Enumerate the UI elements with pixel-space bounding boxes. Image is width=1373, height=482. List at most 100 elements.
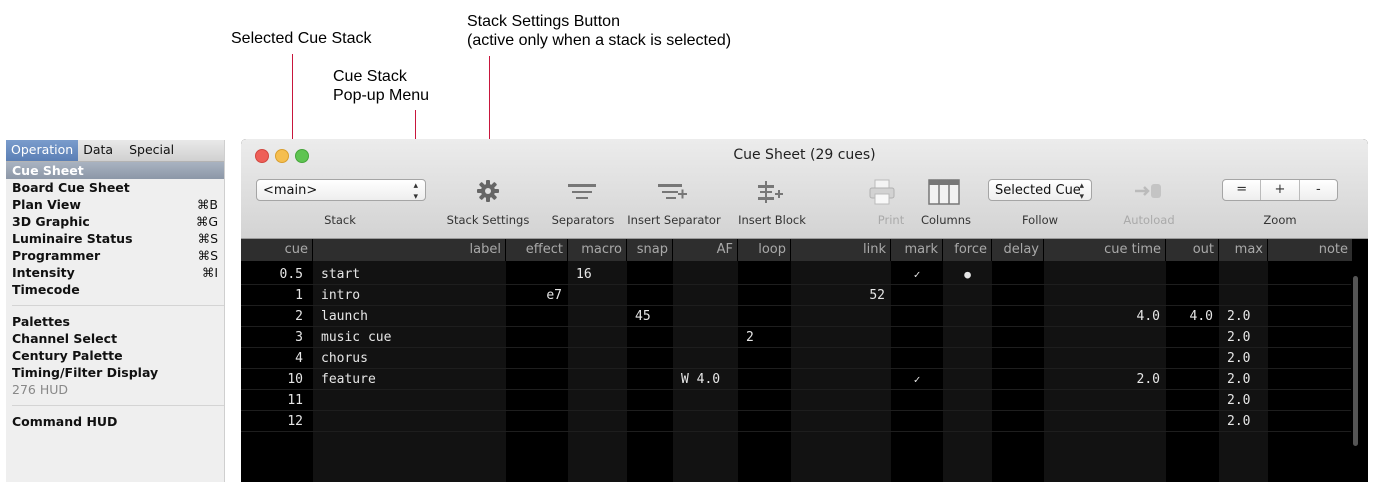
menu-item-command-hud[interactable]: Command HUD: [6, 413, 224, 430]
zoom-out-button[interactable]: -: [1300, 180, 1337, 200]
table-cell-label[interactable]: music cue: [321, 327, 391, 348]
table-cell-cue[interactable]: 4: [241, 348, 303, 369]
zoom-segmented-control: = + -: [1222, 179, 1338, 201]
shortcut-label: ⌘S: [197, 231, 218, 246]
menu-item-276-hud: 276 HUD: [12, 382, 69, 397]
menu-separator: [12, 405, 224, 406]
popup-stepper-icon: ▴ ▾: [1079, 181, 1084, 202]
table-row[interactable]: [241, 389, 1351, 390]
cue-stack-popup[interactable]: <main> ▴ ▾: [256, 179, 426, 202]
menu-item-timing-filter-display[interactable]: Timing/Filter Display: [6, 364, 224, 381]
insert-block-icon[interactable]: [756, 181, 784, 208]
column-header-max[interactable]: max: [1219, 239, 1268, 261]
column-header-cue[interactable]: cue: [241, 239, 313, 261]
menu-item-luminaire-status[interactable]: Luminaire Status ⌘S: [6, 230, 224, 247]
column-header-loop[interactable]: loop: [738, 239, 791, 261]
insert-separator-icon[interactable]: [658, 183, 688, 206]
column-header-force[interactable]: force: [943, 239, 992, 261]
tab-special[interactable]: Special: [124, 140, 179, 161]
table-cell-link[interactable]: 52: [791, 285, 885, 306]
follow-popup[interactable]: Selected Cue ▴ ▾: [988, 179, 1092, 202]
tab-data[interactable]: Data: [78, 140, 118, 161]
table-cell-label[interactable]: launch: [321, 306, 368, 327]
toolbar-label-follow: Follow: [1021, 213, 1059, 227]
window-title: Cue Sheet (29 cues): [733, 147, 876, 163]
table-cell-snap[interactable]: 45: [635, 306, 651, 327]
menu-item-channel-select[interactable]: Channel Select: [6, 330, 224, 347]
menu-item-palettes[interactable]: Palettes: [6, 313, 224, 330]
stack-settings-gear-icon[interactable]: [476, 179, 500, 208]
table-cell-cue-time[interactable]: 4.0: [1044, 306, 1160, 327]
popup-stepper-icon: ▴ ▾: [413, 181, 418, 202]
table-column-bg: [1268, 261, 1353, 482]
table-cell-max[interactable]: 2.0: [1227, 348, 1250, 369]
column-header-link[interactable]: link: [791, 239, 891, 261]
tab-operation[interactable]: Operation: [6, 140, 79, 161]
table-column-bg: [992, 261, 1044, 482]
menu-item-intensity[interactable]: Intensity ⌘I: [6, 264, 224, 281]
column-header-out[interactable]: out: [1166, 239, 1219, 261]
column-header-effect[interactable]: effect: [506, 239, 568, 261]
column-header-af[interactable]: AF: [673, 239, 738, 261]
table-cell-AF[interactable]: W 4.0: [681, 369, 720, 390]
column-header-label[interactable]: label: [313, 239, 506, 261]
menu-item-plan-view[interactable]: Plan View ⌘B: [6, 196, 224, 213]
table-cell-label[interactable]: chorus: [321, 348, 368, 369]
column-header-macro[interactable]: macro: [568, 239, 627, 261]
table-row[interactable]: [241, 431, 1351, 432]
column-header-mark[interactable]: mark: [891, 239, 943, 261]
table-cell-mark[interactable]: ✓: [891, 264, 943, 285]
table-cell-label[interactable]: intro: [321, 285, 360, 306]
table-cell-force[interactable]: ●: [943, 264, 992, 285]
column-header-note[interactable]: note: [1268, 239, 1353, 261]
table-cell-mark[interactable]: ✓: [891, 369, 943, 390]
menu-item-board-cue-sheet[interactable]: Board Cue Sheet: [6, 179, 224, 196]
menu-item-cue-sheet[interactable]: Cue Sheet: [6, 162, 224, 179]
table-cell-max[interactable]: 2.0: [1227, 411, 1250, 432]
table-cell-loop[interactable]: 2: [746, 327, 754, 348]
table-cell-cue[interactable]: 0.5: [241, 264, 303, 285]
menu-item-programmer[interactable]: Programmer ⌘S: [6, 247, 224, 264]
menu-item-3d-graphic[interactable]: 3D Graphic ⌘G: [6, 213, 224, 230]
table-cell-cue-time[interactable]: 2.0: [1044, 369, 1160, 390]
shortcut-label: ⌘B: [196, 197, 218, 212]
table-cell-max[interactable]: 2.0: [1227, 369, 1250, 390]
table-cell-out[interactable]: 4.0: [1166, 306, 1213, 327]
menu-tab-bar: Operation Data Special: [6, 140, 224, 162]
table-cell-max[interactable]: 2.0: [1227, 327, 1250, 348]
table-row[interactable]: [241, 368, 1351, 369]
table-cell-max[interactable]: 2.0: [1227, 390, 1250, 411]
column-header-cue-time[interactable]: cue time: [1044, 239, 1166, 261]
table-cell-cue[interactable]: 10: [241, 369, 303, 390]
toolbar-label-separators: Separators: [551, 213, 615, 227]
table-row[interactable]: [241, 347, 1351, 348]
printer-icon[interactable]: [869, 179, 895, 210]
menu-item-century-palette[interactable]: Century Palette: [6, 347, 224, 364]
table-cell-label[interactable]: feature: [321, 369, 376, 390]
cue-table: cue label effect macro snap AF loop link mark for…: [241, 239, 1368, 482]
table-cell-cue[interactable]: 2: [241, 306, 303, 327]
table-cell-cue[interactable]: 11: [241, 390, 303, 411]
table-row[interactable]: [241, 410, 1351, 411]
toolbar-label-insert-block: Insert Block: [738, 213, 806, 227]
cue-sheet-window: Cue Sheet (29 cues) <main> ▴ ▾ Stack Stac…: [241, 139, 1368, 482]
zoom-in-button[interactable]: +: [1261, 180, 1300, 200]
separators-icon[interactable]: [568, 183, 596, 206]
zoom-fit-button[interactable]: =: [1223, 180, 1262, 200]
column-header-delay[interactable]: delay: [992, 239, 1044, 261]
table-cell-cue[interactable]: 12: [241, 411, 303, 432]
table-cell-effect[interactable]: e7: [506, 285, 562, 306]
menu-item-timecode[interactable]: Timecode: [6, 281, 224, 298]
cue-stack-popup-value: <main>: [263, 183, 318, 198]
column-header-snap[interactable]: snap: [627, 239, 673, 261]
autoload-icon[interactable]: [1134, 182, 1164, 205]
table-cell-cue[interactable]: 3: [241, 327, 303, 348]
columns-icon[interactable]: [928, 179, 960, 210]
table-cell-macro[interactable]: 16: [576, 264, 592, 285]
table-cell-label[interactable]: start: [321, 264, 360, 285]
follow-popup-value: Selected Cue: [995, 183, 1081, 198]
menu-separator: [12, 305, 224, 306]
vertical-scrollbar[interactable]: [1353, 276, 1358, 446]
table-cell-max[interactable]: 2.0: [1227, 306, 1250, 327]
table-cell-cue[interactable]: 1: [241, 285, 303, 306]
